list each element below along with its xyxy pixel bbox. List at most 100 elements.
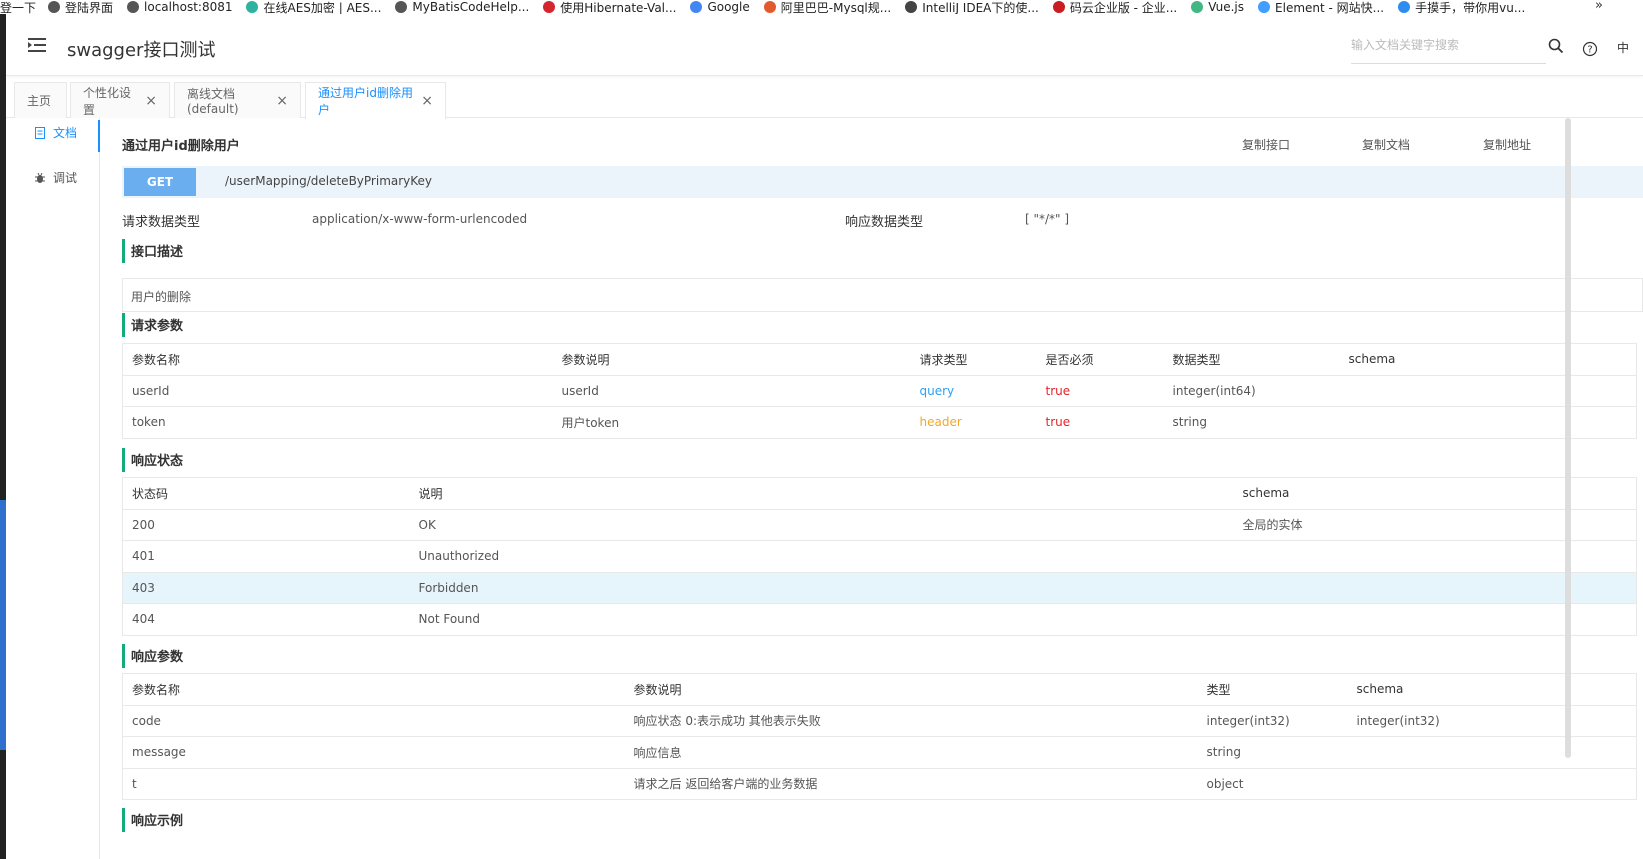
bookmark-item[interactable]: Element - 网站快... [1258,0,1384,14]
response-params-table: 参数名称 参数说明 类型 schema code 响应状态 0:表示成功 其他表… [122,673,1637,800]
table-cell: 请求之后 返回给客户端的业务数据 [624,768,1198,800]
close-icon[interactable]: × [145,93,157,109]
bookmark-item[interactable]: 手摸手，带你用vu... [1398,0,1525,14]
table-row: 404 Not Found [122,603,1637,636]
table-header-cell: 数据类型 [1163,343,1340,376]
bookmark-item[interactable]: 登陆界面 [48,0,113,14]
table-header-cell: 参数名称 [122,343,553,376]
bookmark-item[interactable]: 阿里巴巴-Mysql规... [763,0,892,15]
copy-doc-button[interactable]: 复制文档 [1362,136,1410,153]
bookmark-label: 手摸手，带你用vu... [1415,0,1526,15]
tab-label: 主页 [27,94,52,108]
table-header-row: 状态码 说明 schema [122,477,1637,510]
bookmark-item[interactable]: 使用Hibernate-Val... [543,0,676,14]
bookmark-item[interactable]: localhost:8081 [127,0,232,14]
table-header-cell: 是否必须 [1036,343,1164,376]
bookmark-label: 登陆界面 [65,0,114,15]
bookmarks-bar: 登一下 登陆界面 localhost:8081 在线AES加密 | AES... My… [0,0,1643,14]
bookmark-favicon-icon [395,1,408,13]
bookmark-label: 码云企业版 - 企业... [1069,0,1178,15]
bookmark-label: 阿里巴巴-Mysql规... [780,0,892,15]
table-cell [1347,768,1637,800]
menu-fold-icon[interactable] [28,38,46,52]
table-cell: integer(int32) [1197,705,1348,737]
api-doc-panel: 通过用户id删除用户 复制接口 复制文档 复制地址 GET /userMappi… [100,118,1643,859]
request-type-label: 请求数据类型 [122,215,201,230]
table-cell: object [1197,768,1348,800]
document-icon [35,126,45,139]
table-row: code 响应状态 0:表示成功 其他表示失败 integer(int32) i… [122,705,1637,737]
bookmark-label: Element - 网站快... [1275,0,1385,15]
http-method-badge: GET [124,168,196,196]
table-cell [1347,736,1637,769]
table-cell: Forbidden [409,572,1234,604]
table-row: userId userId query true integer(int64) [122,375,1637,407]
table-cell: integer(int32) [1347,705,1637,737]
request-type-value: application/x-www-form-urlencoded [312,212,528,226]
help-icon[interactable]: ? [1582,41,1598,57]
table-header-cell: 参数说明 [624,673,1198,706]
table-row: 200 OK 全局的实体 [122,509,1637,541]
table-cell: Unauthorized [409,540,1234,573]
nav-debug[interactable]: 调试 [34,169,77,186]
bookmarks-more-button[interactable]: » [1595,0,1603,13]
bookmark-label: Vue.js [1208,0,1245,14]
section-response-status: 响应状态 [122,448,183,472]
tab-delete-user[interactable]: 通过用户id删除用户 × [305,82,446,119]
nav-doc[interactable]: 文档 [34,124,77,141]
table-cell: true [1036,375,1164,407]
table-header-cell: schema [1339,343,1637,376]
table-cell: 全局的实体 [1233,509,1637,541]
close-icon[interactable]: × [421,93,433,109]
table-cell: 响应状态 0:表示成功 其他表示失败 [624,705,1198,737]
response-status-table: 状态码 说明 schema 200 OK 全局的实体 401 Unauthori… [122,477,1637,636]
close-icon[interactable]: × [276,93,288,109]
bookmark-favicon-icon [1191,1,1204,13]
svg-text:?: ? [1587,45,1592,56]
bookmark-favicon-icon [690,1,703,13]
search-box[interactable] [1351,38,1546,64]
bookmark-prefix[interactable]: 登一下 [0,0,36,15]
tab-personal-settings[interactable]: 个性化设置 × [70,82,170,118]
table-cell: message [122,736,625,769]
bookmark-item[interactable]: Vue.js [1191,0,1244,14]
table-cell: 401 [122,540,410,573]
table-cell: 用户token [552,406,911,439]
table-cell: token [122,406,553,439]
bookmark-item[interactable]: 码云企业版 - 企业... [1052,0,1178,15]
tab-label: 通过用户id删除用户 [318,86,413,117]
tab-home[interactable]: 主页 [14,82,67,118]
nav-debug-label: 调试 [53,171,78,185]
bookmark-item[interactable]: 在线AES加密 | AES... [246,0,381,14]
bookmark-item[interactable]: MyBatisCodeHelp... [395,0,529,14]
bookmark-item[interactable]: IntelliJ IDEA下的使... [905,0,1039,14]
table-cell: userId [122,375,553,407]
app-header: swagger接口测试 ? 中 [6,14,1643,76]
table-cell: OK [409,509,1234,541]
table-header-cell: 状态码 [122,477,410,510]
copy-api-button[interactable]: 复制接口 [1242,136,1290,153]
table-cell: query [910,375,1037,407]
bookmark-favicon-icon [246,1,259,13]
nav-doc-label: 文档 [53,126,78,140]
table-cell [1233,603,1637,636]
bookmark-favicon-icon [905,1,918,13]
table-row: t 请求之后 返回给客户端的业务数据 object [122,768,1637,800]
table-header-cell: 说明 [409,477,1234,510]
table-cell: string [1163,406,1340,439]
search-icon[interactable] [1548,38,1564,54]
search-input[interactable] [1351,38,1526,52]
language-switch[interactable]: 中 [1617,39,1629,56]
bookmark-label: 使用Hibernate-Val... [560,0,677,15]
response-type-value: [ "*/*" ] [1025,212,1070,226]
description-text: 用户的删除 [122,278,1643,312]
bookmark-item[interactable]: Google [690,0,750,14]
section-response-example: 响应示例 [122,808,183,832]
copy-url-button[interactable]: 复制地址 [1483,136,1531,153]
bookmark-favicon-icon [1398,1,1411,13]
bookmark-favicon-icon [1258,1,1271,13]
table-header-cell: 请求类型 [910,343,1037,376]
scrollbar[interactable] [1565,118,1571,758]
tab-offline-doc[interactable]: 离线文档(default) × [174,82,301,118]
table-header-row: 参数名称 参数说明 请求类型 是否必须 数据类型 schema [122,343,1637,376]
